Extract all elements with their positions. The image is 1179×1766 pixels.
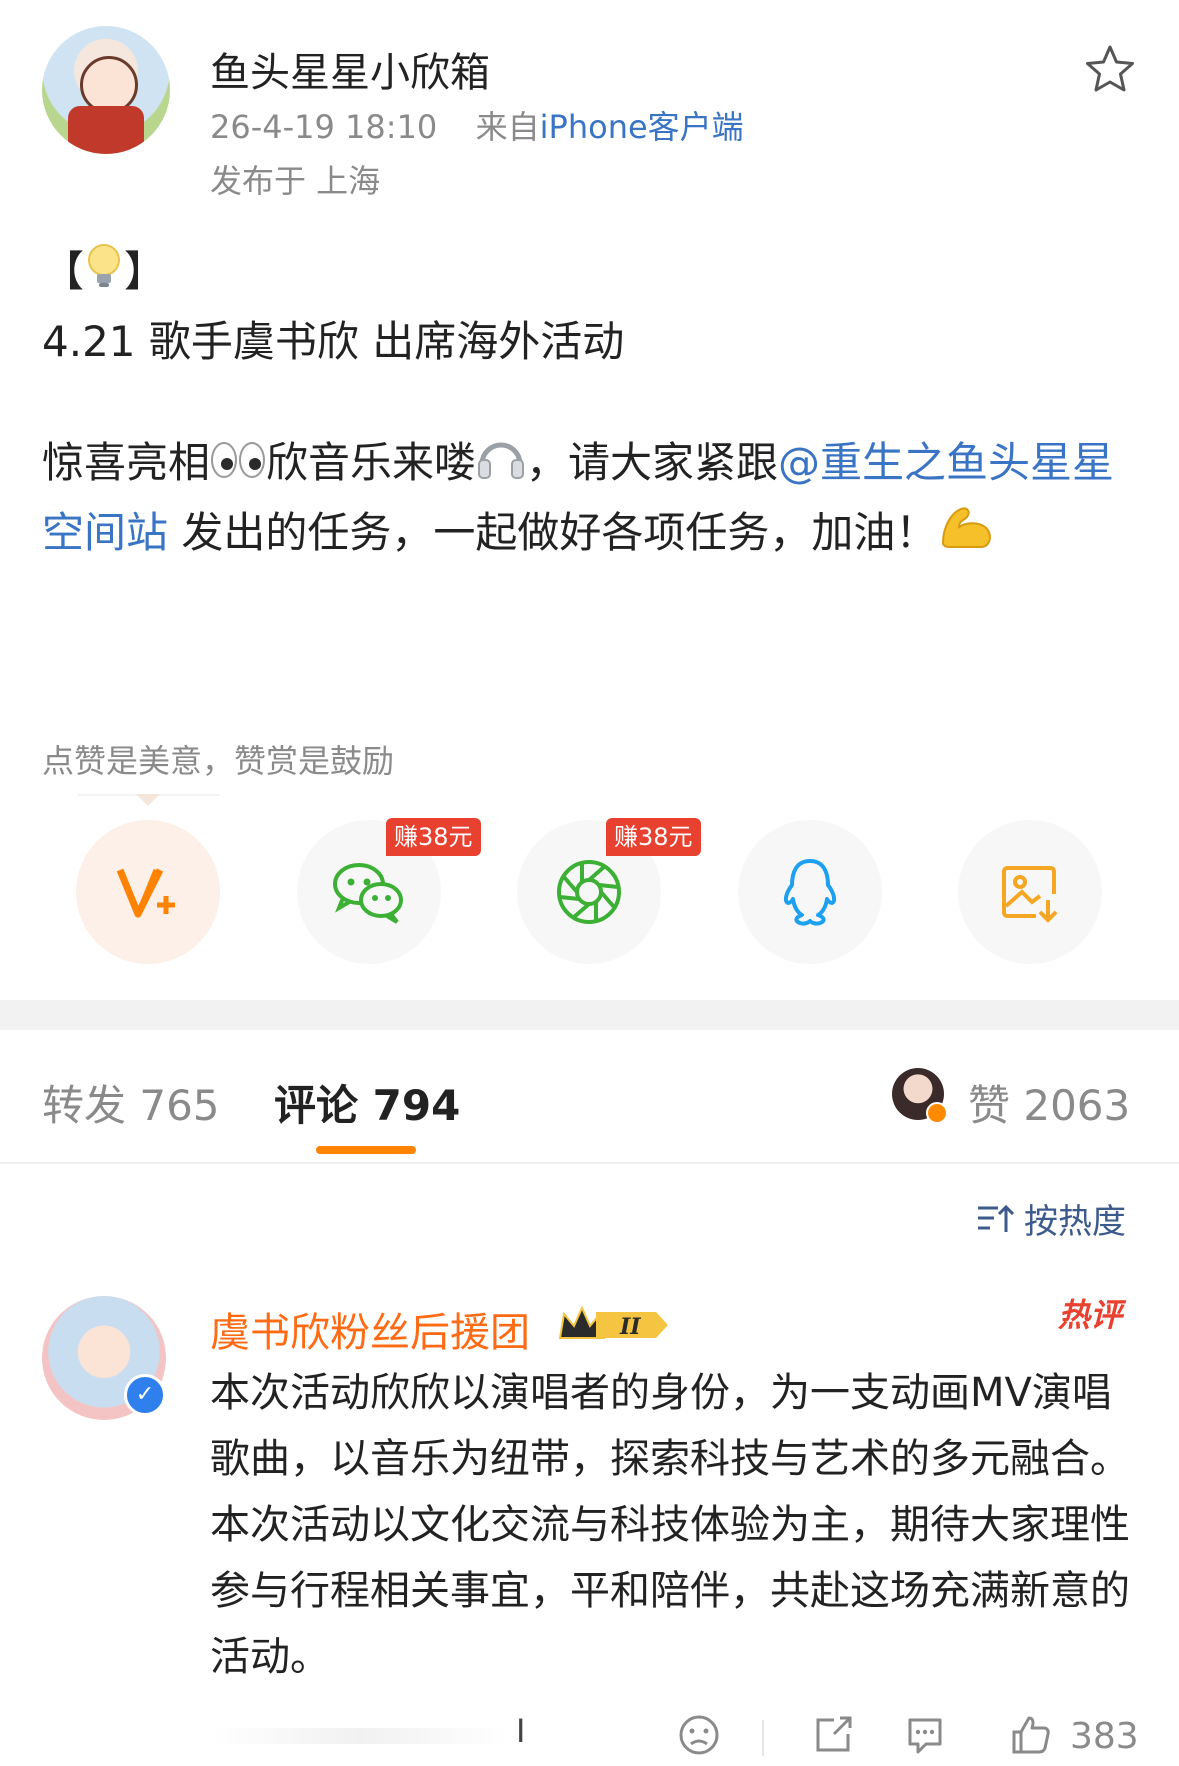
sort-by-hot-button[interactable]: 按热度 <box>976 1194 1126 1243</box>
emoji-reaction-icon[interactable] <box>678 1714 720 1760</box>
like-comment-icon[interactable] <box>1010 1714 1052 1760</box>
earn-badge-wechat: 赚38元 <box>386 818 481 856</box>
qq-share-button[interactable] <box>738 820 882 964</box>
body-text-4: 发出的任务，一起做好各项任务，加油！ <box>168 508 938 557</box>
favorite-star-icon[interactable] <box>1082 42 1138 98</box>
text-cursor: I <box>516 1712 526 1750</box>
reply-comment-icon[interactable] <box>904 1714 946 1760</box>
body-text-3: ，请大家紧跟 <box>526 438 779 487</box>
sort-icon <box>978 1204 1014 1232</box>
post-source-app[interactable]: iPhone客户端 <box>540 108 744 146</box>
commenter-name[interactable]: 虞书欣粉丝后援团 <box>210 1300 530 1358</box>
flexed-biceps-icon <box>937 501 997 570</box>
share-row: 赚38元 赚38元 <box>0 818 1179 970</box>
active-tab-indicator <box>316 1146 416 1154</box>
share-comment-icon[interactable] <box>812 1714 854 1760</box>
tab-repost[interactable]: 转发 765 <box>42 1072 220 1133</box>
post-meta: 26-4-19 18:10 来自iPhone客户端 <box>210 102 744 148</box>
fan-level-badge[interactable]: II <box>556 1304 672 1346</box>
v-plus-button[interactable] <box>76 820 220 964</box>
post-location: 发布于 上海 <box>210 162 381 200</box>
earn-badge-moments: 赚38元 <box>606 818 701 856</box>
bracket-left: 【 <box>42 247 85 296</box>
save-image-button[interactable] <box>958 820 1102 964</box>
qq-icon <box>783 859 837 926</box>
action-separator <box>762 1720 764 1756</box>
tip-arrow <box>136 794 160 806</box>
commenter-avatar[interactable]: ✓ <box>42 1296 166 1420</box>
liker-avatar <box>892 1068 948 1124</box>
eyes-icon <box>210 432 266 499</box>
body-text-1: 惊喜亮相 <box>42 438 211 487</box>
post-title-row: 【】 <box>42 238 1142 308</box>
fan-level-text: II <box>619 1314 641 1340</box>
comment-like-count: 383 <box>1070 1716 1139 1757</box>
post-source-prefix: 来自 <box>475 108 540 146</box>
tab-likes[interactable]: 赞 2063 <box>968 1072 1130 1133</box>
bracket-right: 】 <box>124 247 167 296</box>
comment-action-bar: I 383 <box>210 1712 1160 1762</box>
reward-tip: 点赞是美意，赞赏是鼓励 <box>42 742 395 780</box>
hot-comment-tag: 热评 <box>1058 1296 1123 1334</box>
lightbulb-icon <box>84 241 124 308</box>
post-content: 【】 4.21 歌手虞书欣 出席海外活动 惊喜亮相 欣音乐来喽 ，请大家紧跟@重生之… <box>42 238 1142 570</box>
tab-comments[interactable]: 评论 794 <box>274 1072 460 1133</box>
comment-text: 本次活动欣欣以演唱者的身份，为一支动画MV演唱歌曲，以音乐为纽带，探索科技与艺术… <box>210 1370 1130 1680</box>
author-name[interactable]: 鱼头星星小欣箱 <box>210 40 490 98</box>
body-text-2: 欣音乐来喽 <box>266 438 477 487</box>
collapsed-preview <box>210 1728 510 1744</box>
headphones-icon <box>476 432 526 499</box>
verified-badge-icon: ✓ <box>124 1374 166 1416</box>
post-title-line: 4.21 歌手虞书欣 出席海外活动 <box>42 317 625 366</box>
save-image-icon <box>1002 866 1058 923</box>
post-body: 惊喜亮相 欣音乐来喽 ，请大家紧跟@重生之鱼头星星空间站 发出的任务，一起做好各项任… <box>42 429 1142 570</box>
wechat-icon <box>333 863 403 924</box>
moments-icon <box>557 860 621 924</box>
author-avatar[interactable] <box>42 26 170 154</box>
sort-label: 按热度 <box>1024 1202 1126 1242</box>
post-time: 26-4-19 18:10 <box>210 108 438 146</box>
section-divider <box>0 1000 1179 1030</box>
tab-divider <box>0 1162 1179 1164</box>
v-plus-icon <box>116 868 175 918</box>
